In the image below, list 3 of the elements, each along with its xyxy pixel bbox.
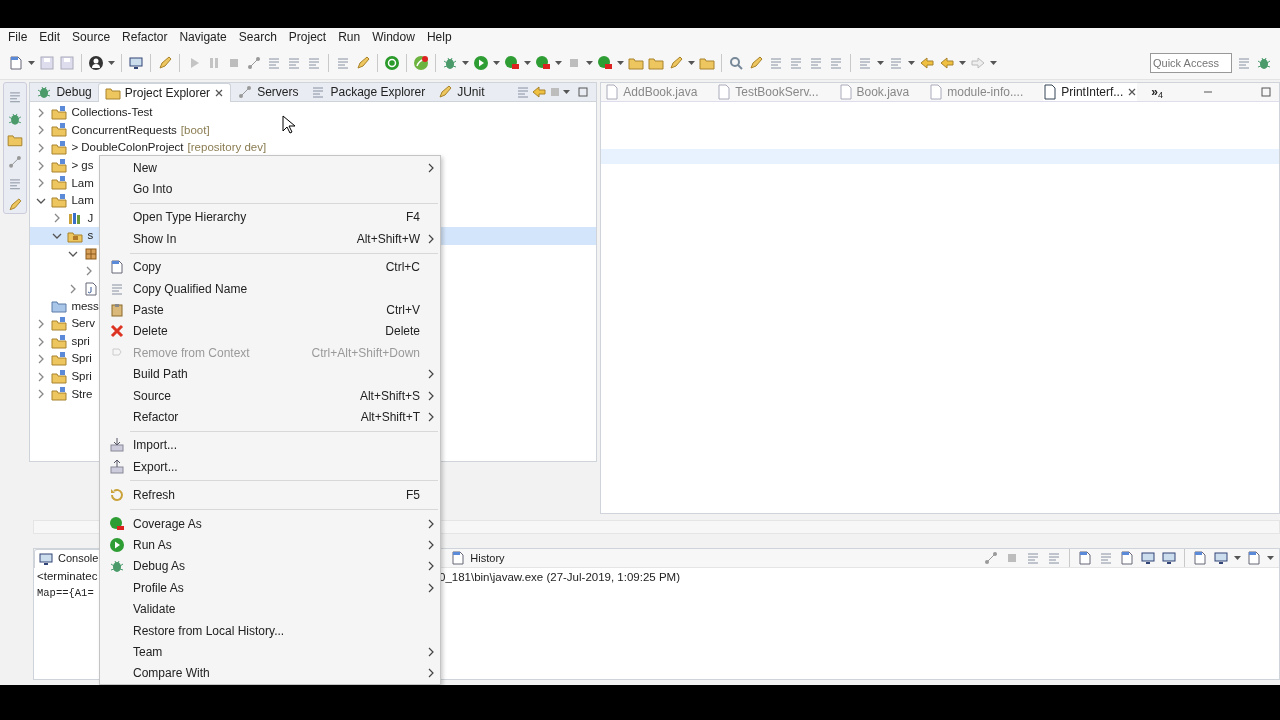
console-text: Map=={A1= (37, 585, 94, 601)
console-text: 0_181\bin\javaw.exe (27-Jul-2019, 1:09:25 PM) (439, 570, 680, 585)
console-text: <terminatec (37, 568, 98, 584)
